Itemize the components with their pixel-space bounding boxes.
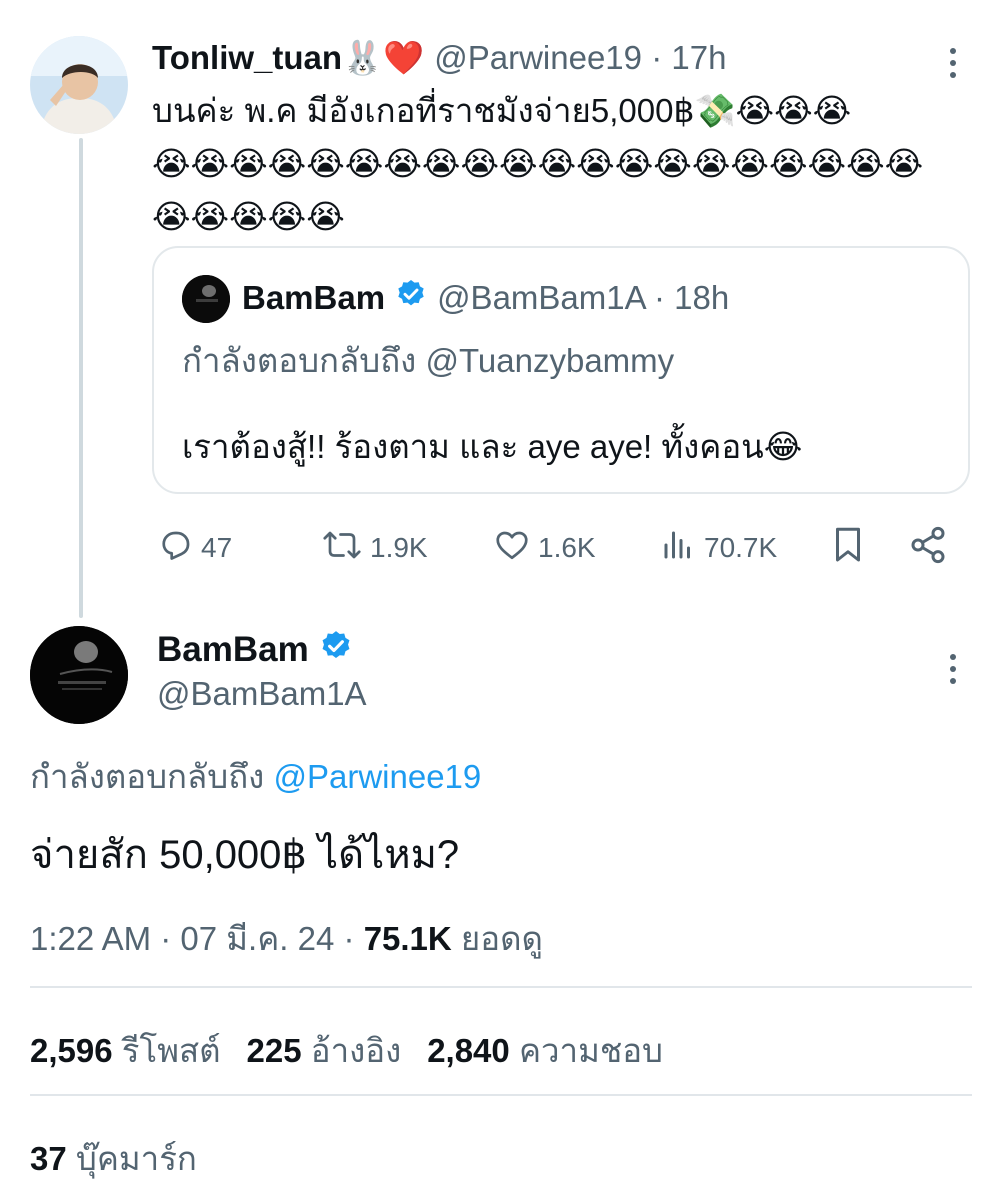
divider <box>30 986 972 988</box>
reposts-label: รีโพสต์ <box>121 1032 221 1069</box>
quotes-label: อ้างอิง <box>310 1032 402 1069</box>
bookmark-button[interactable] <box>830 527 866 569</box>
engagement-stats: 2,596 รีโพสต์ 225 อ้างอิง 2,840 ความชอบ <box>30 1024 663 1077</box>
views-count: 70.7K <box>704 532 778 563</box>
parent-display-name[interactable]: Tonliw_tuan <box>152 39 342 77</box>
main-tweet-meta: 1:22 AM · 07 มี.ค. 24 · 75.1K ยอดดู <box>30 912 543 965</box>
separator-dot: · <box>653 279 675 316</box>
parent-avatar[interactable] <box>30 36 128 134</box>
quoted-reply-context: กำลังตอบกลับถึง @Tuanzybammy <box>182 334 674 387</box>
views-total: 75.1K <box>363 920 452 957</box>
reply-icon <box>157 527 193 570</box>
parent-handle[interactable]: @Parwinee19 <box>434 39 642 76</box>
repost-count: 1.9K <box>370 532 428 563</box>
thread-connector-line <box>79 138 83 618</box>
main-reply-context: กำลังตอบกลับถึง @Parwinee19 <box>30 750 481 803</box>
tweet-time[interactable]: 1:22 AM <box>30 920 151 957</box>
main-display-name[interactable]: BamBam <box>157 630 309 670</box>
quoted-display-name: BamBam <box>242 279 386 316</box>
main-name-row: BamBam <box>157 628 353 672</box>
more-options-icon[interactable] <box>938 40 968 86</box>
parent-text-line: บนค่ะ พ.ค มีอังเกอที่ราชมังจ่าย5,000฿💸😭😭… <box>152 92 852 129</box>
separator-dot: · <box>651 39 672 76</box>
share-icon <box>908 525 948 572</box>
parent-text-line: 😭😭😭😭😭😭😭😭😭😭😭😭😭😭😭😭😭😭😭😭 <box>152 145 924 182</box>
bookmarks-total: 37 <box>30 1140 67 1177</box>
repost-button[interactable]: 1.9K <box>322 527 428 569</box>
views-button[interactable]: 70.7K <box>660 527 777 569</box>
heart-icon <box>494 527 530 570</box>
quotes-stat[interactable]: 225 อ้างอิง <box>247 1024 402 1077</box>
share-button[interactable] <box>908 525 948 572</box>
verified-badge-icon <box>395 278 427 318</box>
parent-tweet-header: Tonliw_tuan 🐰❤️ @Parwinee19 · 17h <box>152 36 726 80</box>
main-avatar[interactable] <box>30 626 128 724</box>
parent-text-line: 😭😭😭😭😭 <box>152 198 345 235</box>
reposts-stat[interactable]: 2,596 รีโพสต์ <box>30 1024 221 1077</box>
quoted-tweet-text: เราต้องสู้!! ร้องตาม และ aye aye! ทั้งคอ… <box>182 428 803 465</box>
parent-time[interactable]: 17h <box>671 39 726 76</box>
likes-stat[interactable]: 2,840 ความชอบ <box>427 1024 663 1077</box>
divider <box>30 1094 972 1096</box>
reposts-total: 2,596 <box>30 1032 113 1069</box>
tweet-date[interactable]: 07 มี.ค. 24 <box>180 920 334 957</box>
quoted-time: 18h <box>674 279 730 316</box>
repost-icon <box>322 527 362 570</box>
main-tweet-text: จ่ายสัก 50,000฿ ได้ไหม? <box>30 833 460 877</box>
quoted-handle: @BamBam1A <box>437 279 645 316</box>
name-emojis: 🐰❤️ <box>342 38 425 76</box>
analytics-icon <box>660 527 696 570</box>
reply-to-handle: @Tuanzybammy <box>425 342 675 379</box>
more-options-icon[interactable] <box>938 646 968 692</box>
likes-total: 2,840 <box>427 1032 510 1069</box>
reply-prefix: กำลังตอบกลับถึง <box>30 758 265 795</box>
main-handle[interactable]: @BamBam1A <box>157 672 367 716</box>
views-label: ยอดดู <box>460 920 543 957</box>
reply-count: 47 <box>201 532 233 563</box>
quoted-tweet-header: BamBam @BamBam1A · 18h <box>242 276 729 320</box>
parent-tweet-text: บนค่ะ พ.ค มีอังเกอที่ราชมังจ่าย5,000฿💸😭😭… <box>152 84 982 243</box>
bookmarks-label: บุ๊คมาร์ก <box>75 1140 197 1177</box>
reply-button[interactable]: 47 <box>157 527 232 569</box>
bookmark-icon <box>830 525 866 572</box>
like-button[interactable]: 1.6K <box>494 527 596 569</box>
quotes-total: 225 <box>246 1032 302 1069</box>
separator-dot: · <box>343 920 364 957</box>
likes-label: ความชอบ <box>518 1032 664 1069</box>
like-count: 1.6K <box>538 532 596 563</box>
bookmarks-stat[interactable]: 37 บุ๊คมาร์ก <box>30 1132 197 1185</box>
reply-to-link[interactable]: @Parwinee19 <box>273 758 481 795</box>
quoted-avatar <box>182 275 230 323</box>
separator-dot: · <box>160 920 181 957</box>
reply-prefix: กำลังตอบกลับถึง <box>182 342 417 379</box>
verified-badge-icon <box>319 629 353 672</box>
